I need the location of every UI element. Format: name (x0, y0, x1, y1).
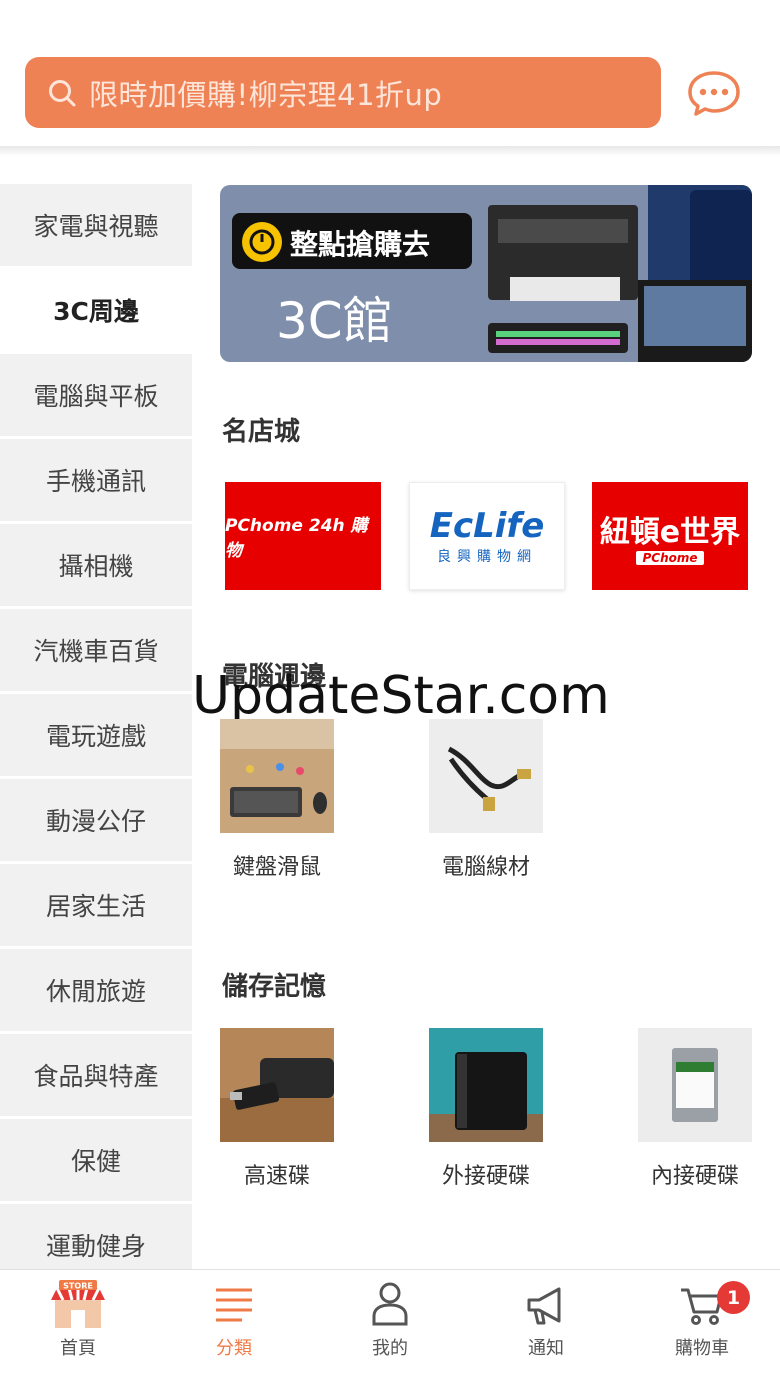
nav-notifications[interactable]: 通知 (468, 1270, 624, 1387)
search-bar[interactable]: 限時加價購!柳宗理41折up (25, 57, 661, 128)
person-icon (372, 1282, 408, 1326)
product-cables[interactable]: 電腦線材 (429, 719, 543, 880)
banner-subtitle: 3C館 (276, 292, 393, 350)
sidebar-item-automotive[interactable]: 汽機車百貨 (0, 609, 192, 691)
promo-banner[interactable]: 整點搶購去 3C館 (220, 185, 752, 362)
store-icon: STORE (51, 1280, 105, 1328)
sidebar-item-home[interactable]: 居家生活 (0, 864, 192, 946)
sidebar-item-gaming[interactable]: 電玩遊戲 (0, 694, 192, 776)
store-logo-newton[interactable]: 紐頓e世界 PChome (592, 482, 748, 590)
sidebar-item-food[interactable]: 食品與特產 (0, 1034, 192, 1116)
top-header: 限時加價購!柳宗理41折up (0, 0, 780, 148)
nav-label: 我的 (372, 1338, 408, 1359)
product-label: 外接硬碟 (441, 1164, 530, 1189)
nav-label: 首頁 (60, 1338, 96, 1359)
nav-label: 通知 (528, 1338, 564, 1359)
sidebar-item-sports[interactable]: 運動健身 (0, 1204, 192, 1269)
store-logo-newton-text: 紐頓e世界 (599, 515, 741, 550)
store-logo-pchome-text: PChome 24h 購物 (225, 516, 368, 561)
cart-count-badge: 1 (717, 1281, 750, 1314)
store-logo-eclife-text: EcLife (429, 506, 545, 546)
store-logo-eclife-sub: 良興購物網 (437, 549, 537, 565)
product-label: 內接硬碟 (650, 1164, 739, 1189)
watermark: UpdateStar.com (192, 666, 610, 726)
nav-label: 購物車 (675, 1338, 729, 1359)
category-sidebar: 家電與視聽 3C周邊 電腦與平板 手機通訊 攝相機 汽機車百貨 電玩遊戲 動漫公… (0, 184, 192, 1269)
nav-label: 分類 (216, 1338, 252, 1359)
product-label: 鍵盤滑鼠 (232, 855, 321, 880)
svg-text:STORE: STORE (63, 1282, 93, 1291)
sidebar-item-cameras[interactable]: 攝相機 (0, 524, 192, 606)
stopwatch-icon (242, 222, 282, 262)
product-usb-drive[interactable]: 高速碟 (220, 1028, 334, 1189)
product-internal-hdd[interactable]: 內接硬碟 (638, 1028, 752, 1189)
search-icon (49, 79, 76, 106)
store-logo-eclife[interactable]: EcLife 良興購物網 (409, 482, 565, 590)
external-hdd-image (429, 1028, 543, 1142)
section-title-stores: 名店城 (222, 417, 301, 447)
nav-home[interactable]: STORE 首頁 (0, 1270, 156, 1387)
product-label: 高速碟 (243, 1164, 310, 1189)
sidebar-item-mobile[interactable]: 手機通訊 (0, 439, 192, 521)
search-placeholder: 限時加價購!柳宗理41折up (89, 77, 443, 112)
section-title-storage: 儲存記憶 (222, 972, 327, 1002)
banner-title: 整點搶購去 (290, 228, 431, 261)
hdmi-cable-image (429, 719, 543, 833)
sidebar-item-3c-peripherals[interactable]: 3C周邊 (0, 269, 192, 351)
store-logo-newton-sub: PChome (636, 551, 704, 565)
sidebar-item-travel[interactable]: 休閒旅遊 (0, 949, 192, 1031)
menu-icon (216, 1288, 252, 1322)
product-external-hdd[interactable]: 外接硬碟 (429, 1028, 543, 1189)
nav-categories[interactable]: 分類 (156, 1270, 312, 1387)
nav-profile[interactable]: 我的 (312, 1270, 468, 1387)
sidebar-item-computers[interactable]: 電腦與平板 (0, 354, 192, 436)
product-keyboard-mouse[interactable]: 鍵盤滑鼠 (220, 719, 334, 880)
usb-drive-image (220, 1028, 334, 1142)
chat-icon[interactable] (686, 69, 742, 117)
store-logo-pchome[interactable]: PChome 24h 購物 (225, 482, 381, 590)
sidebar-item-appliances[interactable]: 家電與視聽 (0, 184, 192, 266)
bottom-navigation: STORE 首頁 分類 我的 通知 購物車 (0, 1269, 780, 1387)
keyboard-mouse-image (220, 719, 334, 833)
product-label: 電腦線材 (441, 855, 530, 880)
sidebar-item-health[interactable]: 保健 (0, 1119, 192, 1201)
internal-hdd-image (638, 1028, 752, 1142)
sidebar-item-anime[interactable]: 動漫公仔 (0, 779, 192, 861)
header-divider (0, 146, 780, 156)
megaphone-icon (527, 1287, 561, 1325)
nav-cart[interactable]: 購物車 (624, 1270, 780, 1387)
